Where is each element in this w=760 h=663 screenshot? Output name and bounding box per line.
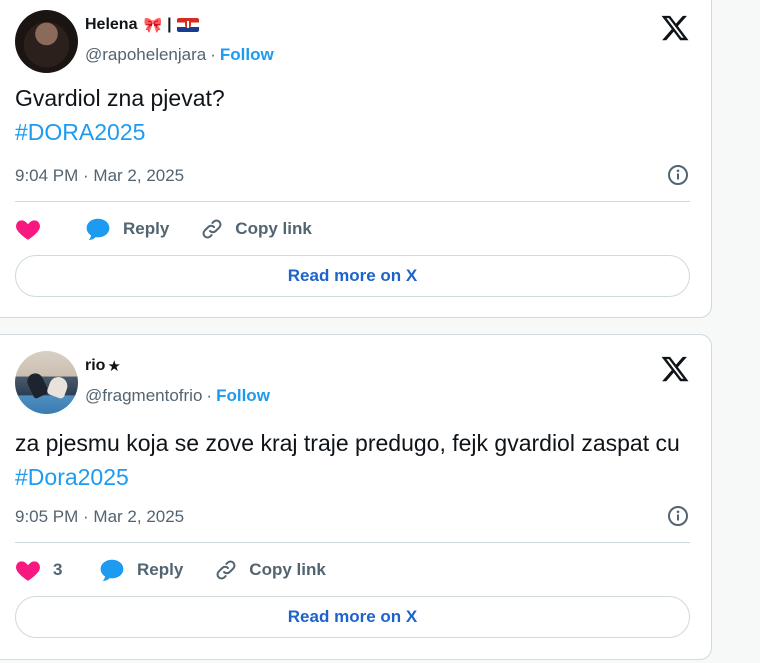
- croatia-flag-icon: [176, 18, 199, 32]
- tweet-header: rio ★ @fragmentofrio · Follow: [15, 351, 690, 415]
- user-handle[interactable]: @rapohelenjara: [85, 45, 206, 65]
- hashtag-link[interactable]: #Dora2025: [15, 464, 129, 490]
- read-more-button[interactable]: Read more on X: [15, 255, 690, 297]
- like-count: 3: [53, 560, 63, 579]
- follow-link[interactable]: Follow: [216, 386, 270, 406]
- reply-bubble-icon: [86, 218, 110, 241]
- tweet-actions: Reply Copy link: [15, 214, 690, 244]
- tweet-card: rio ★ @fragmentofrio · Follow za pjesmu …: [0, 334, 712, 660]
- x-logo-icon[interactable]: [660, 13, 690, 43]
- link-icon: [216, 560, 236, 580]
- display-name[interactable]: Helena: [85, 16, 137, 34]
- user-handle[interactable]: @fragmentofrio: [85, 386, 202, 406]
- heart-icon: [16, 220, 40, 240]
- separator-dot: ·: [210, 45, 216, 64]
- copy-link-button[interactable]: Copy link: [213, 558, 326, 582]
- tweet-header: Helena 🎀 | @rapohelenjara · Follow: [15, 10, 690, 74]
- like-button[interactable]: 3: [15, 558, 99, 582]
- reply-bubble-icon: [100, 559, 124, 582]
- tweet-card: Helena 🎀 | @rapohelenjara · Follow Gvard…: [0, 0, 712, 318]
- tweet-text: Gvardiol zna pjevat? #DORA2025: [15, 81, 690, 149]
- tweet-body: za pjesmu koja se zove kraj traje predug…: [15, 430, 680, 456]
- follow-link[interactable]: Follow: [220, 45, 274, 65]
- reply-label: Reply: [137, 560, 184, 579]
- x-logo-icon[interactable]: [660, 354, 690, 384]
- info-icon[interactable]: [666, 163, 690, 187]
- copy-link-button[interactable]: Copy link: [199, 217, 312, 241]
- copy-link-label: Copy link: [249, 560, 326, 579]
- name-separator: |: [167, 16, 172, 33]
- tweet-timestamp[interactable]: 9:04 PM · Mar 2, 2025: [15, 166, 184, 186]
- display-name[interactable]: rio: [85, 357, 105, 375]
- separator-dot: ·: [206, 386, 213, 405]
- tweet-text: za pjesmu koja se zove kraj traje predug…: [15, 426, 690, 494]
- tweet-actions: 3 Reply Copy link: [15, 555, 690, 585]
- tweet-timestamp[interactable]: 9:05 PM · Mar 2, 2025: [15, 507, 184, 527]
- tweet-body: Gvardiol zna pjevat?: [15, 85, 225, 111]
- star-icon: ★: [107, 358, 121, 375]
- avatar[interactable]: [15, 10, 78, 73]
- link-icon: [202, 219, 222, 239]
- reply-button[interactable]: Reply: [85, 217, 169, 241]
- reply-label: Reply: [123, 219, 170, 238]
- hashtag-link[interactable]: #DORA2025: [15, 115, 690, 149]
- avatar[interactable]: [15, 351, 78, 414]
- heart-icon: [16, 561, 40, 581]
- divider: [15, 542, 690, 543]
- like-button[interactable]: [15, 217, 85, 241]
- divider: [15, 201, 690, 202]
- reply-button[interactable]: Reply: [99, 558, 183, 582]
- read-more-button[interactable]: Read more on X: [15, 596, 690, 638]
- copy-link-label: Copy link: [235, 219, 312, 238]
- info-icon[interactable]: [666, 504, 690, 528]
- bow-icon: 🎀: [143, 17, 163, 34]
